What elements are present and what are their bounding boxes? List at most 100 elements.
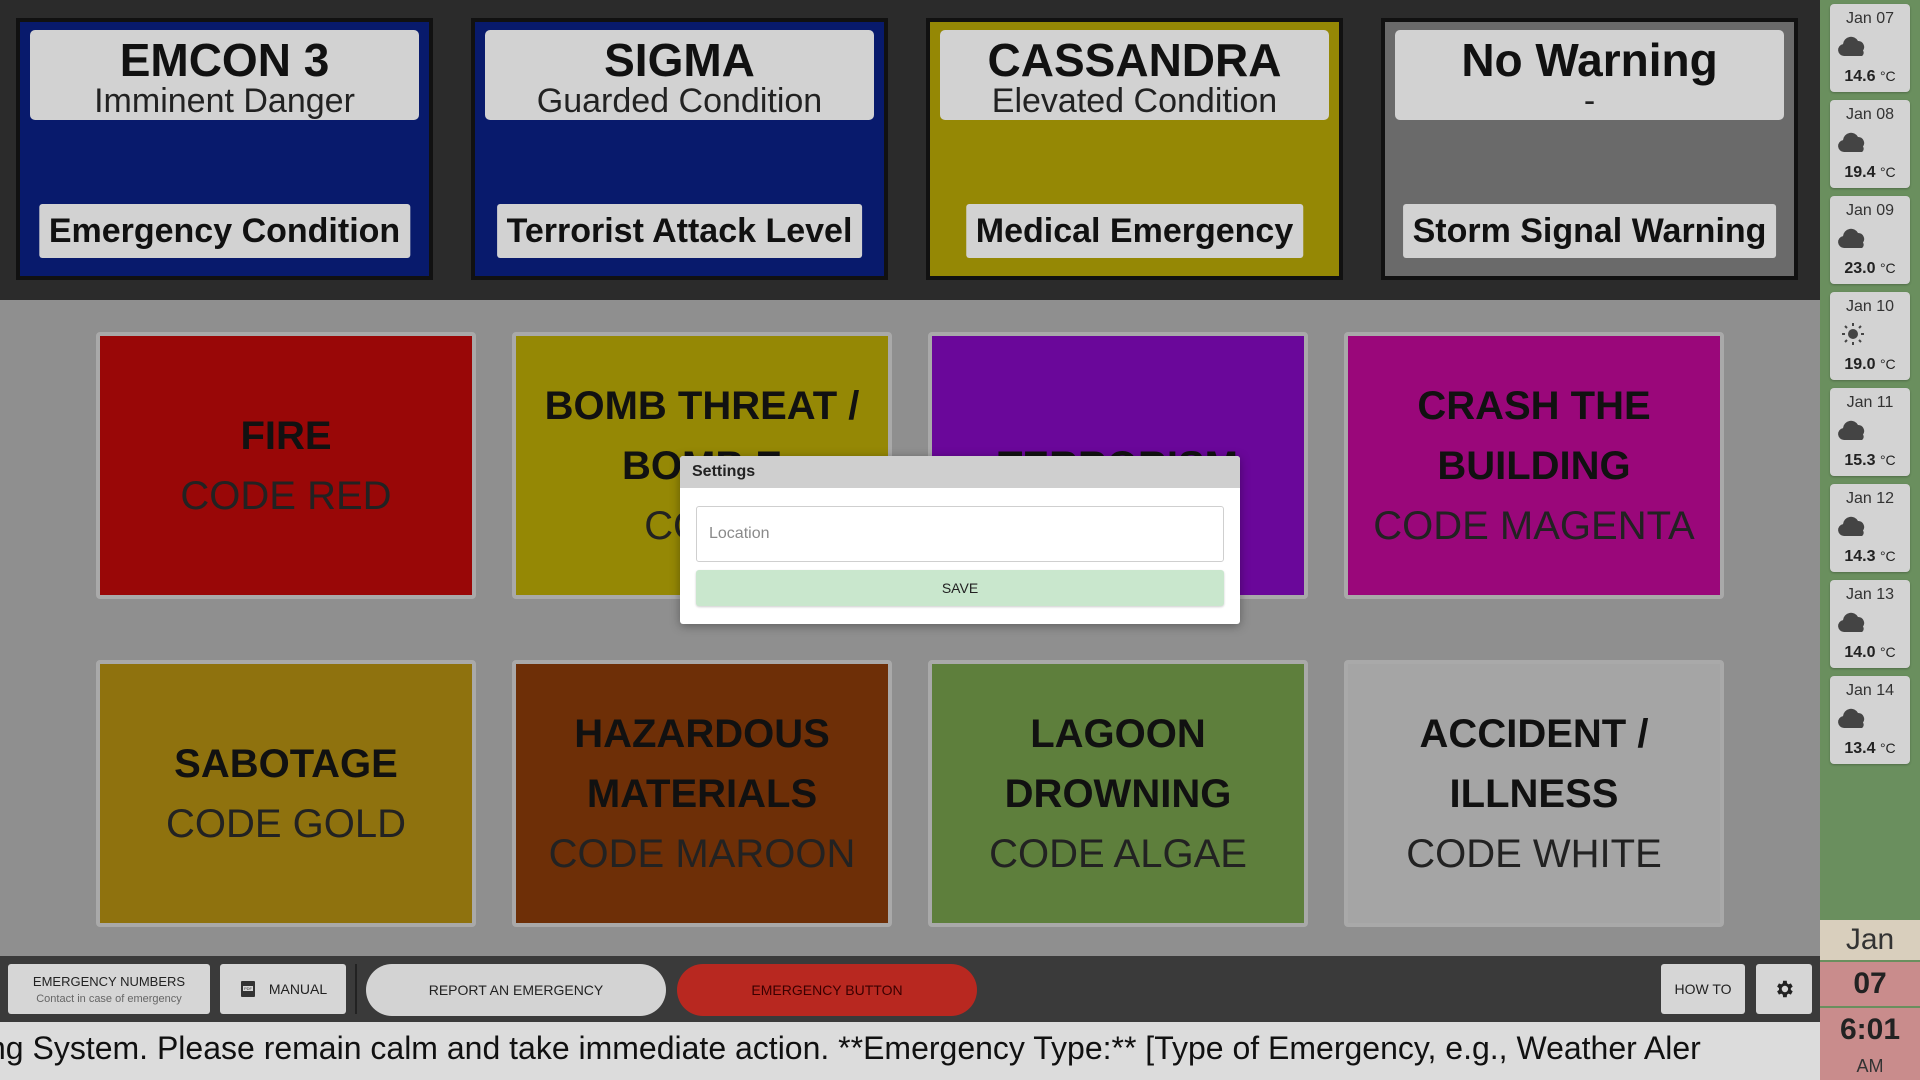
weather-date: Jan 14 — [1845, 682, 1895, 699]
manual-label: MANUAL — [268, 981, 328, 997]
tile-name: HAZARDOUS MATERIALS — [574, 711, 830, 816]
tile-name: SABOTAGE — [174, 741, 398, 786]
status-card-title: CASSANDRA — [987, 34, 1282, 86]
report-emergency-button[interactable]: REPORT AN EMERGENCY — [366, 964, 666, 1016]
cloud-icon — [1836, 34, 1870, 58]
weather-temp-value: 15.3 — [1844, 452, 1876, 469]
save-button[interactable]: SAVE — [696, 570, 1224, 606]
status-card-header: SIGMA Guarded Condition — [485, 30, 874, 120]
tile-hazardous-materials[interactable]: HAZARDOUS MATERIALS CODE MAROON — [512, 660, 892, 927]
cloud-icon — [1836, 706, 1870, 730]
tile-accident-illness[interactable]: ACCIDENT / ILLNESS CODE WHITE — [1344, 660, 1724, 927]
weather-temp-value: 14.6 — [1844, 68, 1876, 85]
location-input[interactable] — [696, 506, 1224, 562]
settings-dialog: Settings SAVE — [680, 456, 1240, 624]
weather-temp-value: 23.0 — [1844, 260, 1876, 277]
status-card-header: No Warning - — [1395, 30, 1784, 120]
weather-temp: 13.4 °C — [1830, 740, 1910, 758]
toolbar-divider — [355, 964, 357, 1014]
weather-day-card: Jan 14 13.4 °C — [1830, 676, 1910, 764]
status-card-subtitle: Elevated Condition — [991, 82, 1278, 120]
status-card-header: CASSANDRA Elevated Condition — [940, 30, 1329, 120]
emergency-numbers-sublabel: Contact in case of emergency — [36, 992, 182, 1005]
how-to-button[interactable]: HOW TO — [1661, 964, 1745, 1014]
weather-date: Jan 08 — [1845, 106, 1895, 123]
settings-button[interactable] — [1756, 964, 1812, 1014]
bottom-toolbar: EMERGENCY NUMBERS Contact in case of eme… — [0, 956, 1820, 1022]
weather-temp-unit: °C — [1879, 452, 1896, 468]
report-emergency-label: REPORT AN EMERGENCY — [428, 982, 604, 998]
weather-temp-value: 13.4 — [1844, 740, 1876, 757]
weather-temp: 14.0 °C — [1830, 644, 1910, 662]
weather-temp: 19.4 °C — [1830, 164, 1910, 182]
cloud-icon — [1836, 514, 1870, 538]
weather-date: Jan 09 — [1845, 202, 1895, 219]
status-card-subtitle: Imminent Danger — [94, 82, 355, 120]
tile-code: CODE MAGENTA — [1373, 503, 1695, 548]
weather-temp-value: 19.4 — [1844, 164, 1876, 181]
weather-temp-value: 19.0 — [1844, 356, 1876, 373]
weather-day-card: Jan 11 15.3 °C — [1830, 388, 1910, 476]
weather-day-card: Jan 07 14.6 °C — [1830, 4, 1910, 92]
status-card-label: Medical Emergency — [965, 204, 1304, 258]
weather-day-card: Jan 09 23.0 °C — [1830, 196, 1910, 284]
manual-button[interactable]: PDF MANUAL — [220, 964, 346, 1014]
weather-date: Jan 13 — [1845, 586, 1895, 603]
weather-temp-unit: °C — [1879, 68, 1896, 84]
tile-crash-building[interactable]: CRASH THE BUILDING CODE MAGENTA — [1344, 332, 1724, 599]
weather-temp-unit: °C — [1879, 260, 1896, 276]
weather-day-card: Jan 08 19.4 °C — [1830, 100, 1910, 188]
clock-day: 07 — [1820, 962, 1920, 1006]
status-card-label: Storm Signal Warning — [1402, 204, 1777, 258]
status-card-subtitle: Guarded Condition — [536, 82, 823, 120]
pdf-icon: PDF — [239, 980, 257, 998]
weather-date: Jan 07 — [1845, 10, 1895, 27]
weather-temp: 14.3 °C — [1830, 548, 1910, 566]
emergency-numbers-button[interactable]: EMERGENCY NUMBERS Contact in case of eme… — [8, 964, 210, 1014]
clock-time: 6:01 — [1820, 1008, 1920, 1052]
tile-sabotage[interactable]: SABOTAGE CODE GOLD — [96, 660, 476, 927]
weather-temp-unit: °C — [1879, 644, 1896, 660]
tile-lagoon-drowning[interactable]: LAGOON DROWNING CODE ALGAE — [928, 660, 1308, 927]
cloud-icon — [1836, 610, 1870, 634]
dialog-title: Settings — [680, 456, 1240, 488]
status-card-title: EMCON 3 — [119, 34, 330, 86]
ticker-text: ng System. Please remain calm and take i… — [0, 1030, 1701, 1066]
tile-code: CODE WHITE — [1406, 831, 1662, 876]
weather-day-card: Jan 12 14.3 °C — [1830, 484, 1910, 572]
how-to-label: HOW TO — [1674, 981, 1732, 997]
status-strip: EMCON 3 Imminent Danger Emergency Condit… — [0, 0, 1820, 300]
weather-temp-unit: °C — [1879, 548, 1896, 564]
status-card-header: EMCON 3 Imminent Danger — [30, 30, 419, 120]
emergency-numbers-label: EMERGENCY NUMBERS — [32, 973, 186, 989]
weather-day-card: Jan 10 19.0 °C — [1830, 292, 1910, 380]
tile-fire[interactable]: FIRE CODE RED — [96, 332, 476, 599]
emergency-button[interactable]: EMERGENCY BUTTON — [677, 964, 977, 1016]
weather-temp-unit: °C — [1879, 356, 1896, 372]
weather-date: Jan 12 — [1845, 490, 1895, 507]
tile-code: CODE ALGAE — [989, 831, 1247, 876]
weather-date: Jan 10 — [1845, 298, 1895, 315]
tile-code: CODE MAROON — [548, 831, 856, 876]
status-card-subtitle: - — [1583, 82, 1596, 120]
status-card-label: Terrorist Attack Level — [496, 204, 863, 258]
clock-ampm: AM — [1820, 1052, 1920, 1080]
status-card-cassandra: CASSANDRA Elevated Condition Medical Eme… — [926, 18, 1343, 280]
svg-text:PDF: PDF — [244, 986, 253, 991]
weather-temp: 15.3 °C — [1830, 452, 1910, 470]
weather-temp-value: 14.3 — [1844, 548, 1876, 565]
clock-month: Jan — [1820, 920, 1920, 960]
weather-temp-unit: °C — [1879, 164, 1896, 180]
cloud-icon — [1836, 226, 1870, 250]
status-card-label: Emergency Condition — [38, 204, 411, 258]
emergency-button-label: EMERGENCY BUTTON — [751, 982, 903, 998]
tile-name: FIRE — [240, 413, 332, 458]
tile-name: LAGOON DROWNING — [1004, 711, 1232, 816]
weather-date: Jan 11 — [1846, 394, 1894, 411]
tile-code: CODE GOLD — [165, 801, 407, 846]
status-card-emcon: EMCON 3 Imminent Danger Emergency Condit… — [16, 18, 433, 280]
tile-name: CRASH THE BUILDING — [1417, 383, 1651, 488]
weather-temp: 23.0 °C — [1830, 260, 1910, 278]
weather-day-card: Jan 13 14.0 °C — [1830, 580, 1910, 668]
status-card-title: No Warning — [1461, 34, 1718, 86]
